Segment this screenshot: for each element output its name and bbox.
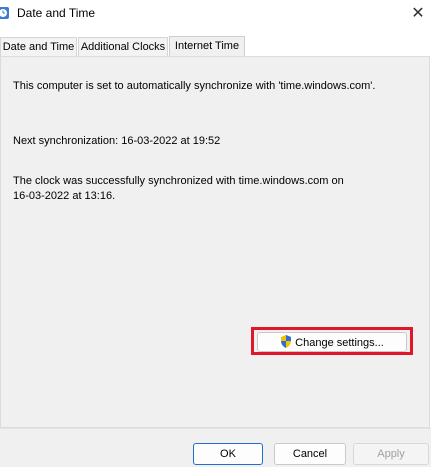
change-settings-button[interactable]: Change settings... (257, 332, 407, 352)
tab-date-and-time[interactable]: Date and Time (0, 37, 77, 56)
dialog-footer: OK Cancel Apply (0, 428, 431, 467)
last-sync-line1: The clock was successfully synchronized … (13, 175, 344, 187)
date-time-icon (0, 6, 10, 20)
tab-strip: Date and Time Additional Clocks Internet… (0, 36, 431, 57)
uac-shield-icon (280, 335, 292, 348)
close-icon[interactable]: ✕ (406, 3, 430, 25)
sync-server-text: This computer is set to automatically sy… (13, 80, 376, 92)
next-sync-text: Next synchronization: 16-03-2022 at 19:5… (13, 135, 221, 147)
change-settings-label: Change settings... (295, 337, 384, 349)
cancel-button[interactable]: Cancel (274, 443, 346, 465)
ok-button[interactable]: OK (193, 443, 263, 465)
apply-button[interactable]: Apply (353, 443, 429, 465)
tab-additional-clocks[interactable]: Additional Clocks (78, 37, 168, 56)
window-title: Date and Time (17, 6, 96, 20)
internet-time-panel: This computer is set to automatically sy… (0, 56, 430, 428)
tab-internet-time[interactable]: Internet Time (169, 36, 245, 57)
title-bar: Date and Time ✕ (0, 0, 431, 30)
last-sync-line2: 16-03-2022 at 13:16. (13, 190, 116, 202)
last-sync-text: The clock was successfully synchronized … (13, 174, 423, 204)
